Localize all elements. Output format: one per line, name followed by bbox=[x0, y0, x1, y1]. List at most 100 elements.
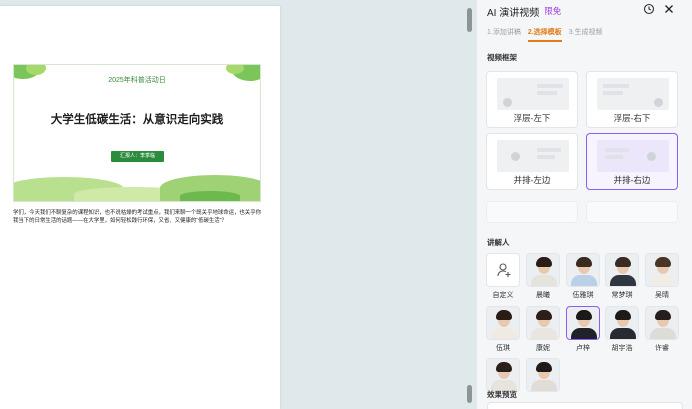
panel-title: AI 演讲视频 bbox=[487, 7, 540, 19]
avatar-hair bbox=[536, 310, 552, 320]
panel-header: AI 演讲视频 限免 bbox=[487, 4, 562, 19]
avatar-body bbox=[491, 328, 517, 339]
presenter-item[interactable]: 常梦琪 bbox=[605, 253, 639, 300]
avatar-hair bbox=[496, 362, 512, 372]
presenter-name: 自定义 bbox=[492, 292, 514, 299]
frame-option-more[interactable] bbox=[486, 201, 578, 223]
presenter-avatar[interactable] bbox=[645, 306, 679, 340]
presenter-placeholder-icon bbox=[654, 98, 663, 107]
slide-reporter-label: 汇报人：李季临 bbox=[111, 151, 164, 162]
document-canvas: 2025年科普活动日 大学生低碳生活：从意识走向实践 汇报人：李季临 学们，今天… bbox=[0, 0, 466, 409]
placeholder-line bbox=[537, 91, 557, 95]
step-tabs: 1.添加讲稿 2.选择模板 3.生成视频 bbox=[487, 27, 610, 42]
presenter-placeholder-icon bbox=[511, 152, 520, 161]
presenter-avatar[interactable] bbox=[645, 253, 679, 287]
foliage-decoration bbox=[26, 65, 46, 75]
add-person-icon bbox=[497, 263, 511, 277]
document-scrollbar-lower[interactable] bbox=[467, 385, 472, 403]
placeholder-line bbox=[537, 155, 555, 159]
step-tab-choose-template[interactable]: 2.选择模板 bbox=[527, 27, 562, 42]
document-scrollbar[interactable] bbox=[467, 8, 472, 32]
presenter-name: 卢梓 bbox=[576, 345, 590, 352]
avatar-body bbox=[531, 380, 557, 391]
presenter-name: 常梦琪 bbox=[611, 292, 633, 299]
avatar-body bbox=[571, 328, 597, 339]
avatar-hair bbox=[655, 257, 671, 267]
presenter-name: 许睿 bbox=[655, 345, 669, 352]
presenter-section-title: 讲解人 bbox=[487, 238, 510, 247]
avatar-hair bbox=[576, 310, 592, 320]
free-badge: 限免 bbox=[544, 6, 562, 16]
ai-video-panel: AI 演讲视频 限免 1.添加讲稿 2.选择模板 3.生成视频 视频框架 浮层-… bbox=[476, 0, 692, 409]
avatar-body bbox=[531, 275, 557, 286]
frame-option-side-right[interactable]: 并排-右边 bbox=[586, 133, 678, 190]
presenter-item[interactable]: 康妮 bbox=[526, 306, 560, 353]
avatar-body bbox=[650, 328, 676, 339]
presenter-avatar[interactable] bbox=[605, 306, 639, 340]
presenter-item[interactable]: 卢梓 bbox=[566, 306, 600, 353]
presenter-item[interactable]: 吴晴 bbox=[645, 253, 679, 300]
presenter-name: 伍琪 bbox=[496, 345, 510, 352]
presenter-item[interactable]: 胡宇浩 bbox=[605, 306, 639, 353]
avatar-hair bbox=[615, 310, 631, 320]
history-icon[interactable] bbox=[643, 3, 655, 15]
close-icon[interactable] bbox=[663, 3, 675, 15]
presenter-avatar[interactable] bbox=[566, 306, 600, 340]
step-tab-generate-video[interactable]: 3.生成视频 bbox=[569, 27, 603, 42]
frame-option-float-left[interactable]: 浮层-左下 bbox=[486, 71, 578, 128]
slide-thumbnail[interactable]: 2025年科普活动日 大学生低碳生活：从意识走向实践 汇报人：李季临 bbox=[13, 64, 261, 202]
avatar-hair bbox=[655, 310, 671, 320]
step-tab-add-script[interactable]: 1.添加讲稿 bbox=[487, 27, 521, 42]
presenter-name: 胡宇浩 bbox=[611, 345, 633, 352]
presenter-item[interactable] bbox=[486, 358, 520, 392]
avatar-hair bbox=[615, 257, 631, 267]
document-body-text[interactable]: 学们，今天我们不聊复杂的课程知识，也不说枯燥的考试重点，我们来聊一个既关乎地球命… bbox=[13, 210, 261, 225]
avatar-hair bbox=[576, 257, 592, 267]
slide-date: 2025年科普活动日 bbox=[108, 77, 166, 84]
presenter-placeholder-icon bbox=[503, 98, 512, 107]
presenter-avatar[interactable] bbox=[605, 253, 639, 287]
document-page[interactable]: 2025年科普活动日 大学生低碳生活：从意识走向实践 汇报人：李季临 学们，今天… bbox=[0, 6, 280, 409]
frame-section-title: 视频框架 bbox=[487, 53, 517, 62]
presenter-name: 伍雅琪 bbox=[572, 292, 594, 299]
avatar-hair bbox=[536, 362, 552, 372]
placeholder-line bbox=[603, 91, 623, 95]
frame-label: 浮层-左下 bbox=[513, 113, 551, 123]
presenter-avatar[interactable] bbox=[526, 306, 560, 340]
frame-thumb bbox=[497, 140, 569, 172]
avatar-hair bbox=[536, 257, 552, 267]
presenter-name: 康妮 bbox=[536, 345, 550, 352]
grass-decoration bbox=[180, 191, 240, 201]
presenter-avatar[interactable] bbox=[526, 253, 560, 287]
placeholder-line bbox=[603, 84, 629, 88]
placeholder-line bbox=[605, 155, 623, 159]
presenter-avatar[interactable] bbox=[566, 253, 600, 287]
avatar-body bbox=[531, 328, 557, 339]
presenter-avatar[interactable] bbox=[486, 358, 520, 392]
avatar-hair bbox=[496, 310, 512, 320]
presenter-item[interactable]: 晨曦 bbox=[526, 253, 560, 300]
frame-thumb bbox=[597, 78, 669, 110]
avatar-body bbox=[650, 275, 676, 286]
presenter-custom[interactable]: 自定义 bbox=[486, 253, 520, 300]
presenter-item[interactable]: 伍琪 bbox=[486, 306, 520, 353]
frame-thumb bbox=[497, 78, 569, 110]
frame-label: 浮层-右下 bbox=[613, 113, 651, 123]
presenter-avatar[interactable] bbox=[486, 306, 520, 340]
preview-box bbox=[487, 402, 683, 409]
presenter-avatar[interactable] bbox=[526, 358, 560, 392]
frame-option-float-right[interactable]: 浮层-右下 bbox=[586, 71, 678, 128]
frame-option-more[interactable] bbox=[586, 201, 678, 223]
placeholder-line bbox=[605, 148, 629, 152]
placeholder-line bbox=[537, 84, 563, 88]
avatar-body bbox=[610, 275, 636, 286]
add-person-icon[interactable] bbox=[486, 253, 520, 287]
avatar-body bbox=[571, 275, 597, 286]
presenter-item[interactable]: 伍雅琪 bbox=[566, 253, 600, 300]
presenter-name: 吴晴 bbox=[655, 292, 669, 299]
frame-label: 并排-左边 bbox=[513, 175, 551, 185]
presenter-item[interactable]: 许睿 bbox=[645, 306, 679, 353]
frame-option-side-left[interactable]: 并排-左边 bbox=[486, 133, 578, 190]
presenter-item[interactable] bbox=[526, 358, 560, 392]
presenter-name: 晨曦 bbox=[536, 292, 550, 299]
